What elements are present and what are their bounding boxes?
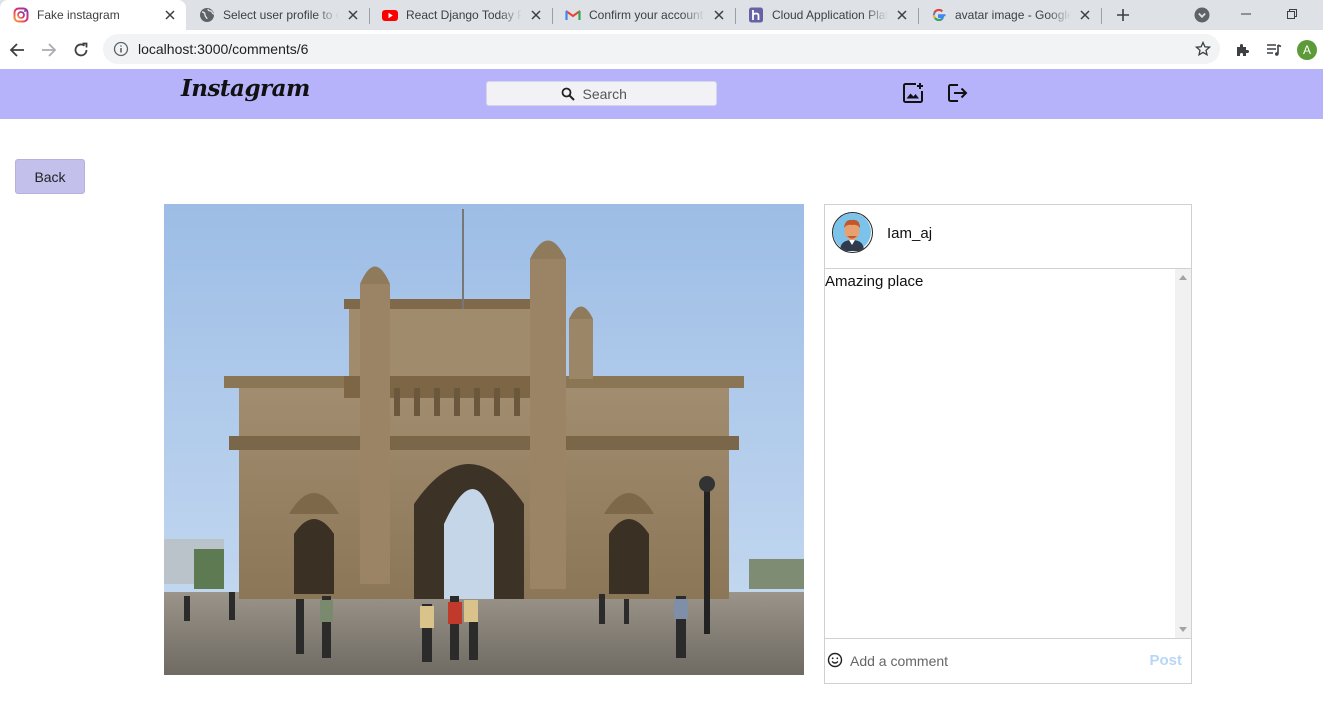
close-icon[interactable]	[528, 7, 544, 23]
tab-confirm-your-account[interactable]: Confirm your account	[552, 0, 735, 30]
tab-separator	[1101, 8, 1102, 24]
logout-button[interactable]	[945, 81, 969, 105]
tab-search-button[interactable]	[1194, 7, 1210, 23]
emoji-icon[interactable]	[827, 652, 843, 668]
comment-text: Amazing place	[825, 273, 924, 290]
tab-search-icon	[1194, 7, 1210, 23]
close-icon[interactable]	[162, 7, 178, 23]
search-icon	[561, 87, 575, 101]
comment-input[interactable]	[850, 651, 1130, 671]
tab-react-django-today[interactable]: React Django Today Pl	[369, 0, 552, 30]
tab-title: avatar image - Google	[955, 8, 1071, 22]
restore-icon	[1287, 9, 1297, 19]
minimize-icon	[1241, 13, 1251, 15]
close-icon[interactable]	[711, 7, 727, 23]
forward-nav-button[interactable]	[39, 40, 59, 60]
back-nav-button[interactable]	[7, 40, 27, 60]
minimize-button[interactable]	[1236, 4, 1256, 24]
tab-title: Confirm your account	[589, 8, 704, 22]
browser-toolbar: localhost:3000/comments/6 A	[0, 30, 1323, 69]
avatar[interactable]	[832, 212, 873, 253]
tab-select-user-profile[interactable]: Select user profile to c	[186, 0, 369, 30]
comment-composer: Post	[825, 638, 1191, 683]
youtube-icon	[382, 7, 398, 23]
instagram-logo[interactable]: Instagram	[181, 75, 310, 102]
close-icon[interactable]	[345, 7, 361, 23]
scroll-down-arrow[interactable]	[1179, 627, 1187, 632]
tab-title: Select user profile to c	[223, 8, 339, 22]
post-author-header: Iam_aj	[825, 205, 1191, 269]
tab-avatar-image-google[interactable]: avatar image - Google	[918, 0, 1101, 30]
gateway-of-india-photo	[164, 204, 804, 675]
close-icon[interactable]	[894, 7, 910, 23]
post-image	[164, 204, 804, 675]
tab-title: Fake instagram	[37, 8, 120, 22]
back-button[interactable]: Back	[15, 159, 85, 194]
gmail-icon	[565, 7, 581, 23]
media-control-button[interactable]	[1265, 41, 1283, 59]
search-box[interactable]	[486, 81, 717, 106]
google-icon	[931, 7, 947, 23]
puzzle-icon	[1237, 44, 1249, 56]
add-post-button[interactable]	[901, 81, 925, 105]
tab-title: Cloud Application Plat	[772, 8, 888, 22]
close-icon[interactable]	[1077, 7, 1093, 23]
globe-icon	[199, 7, 215, 23]
scroll-up-arrow[interactable]	[1179, 275, 1187, 280]
user-avatar-icon	[833, 213, 871, 251]
profile-avatar-button[interactable]: A	[1297, 40, 1317, 60]
comment-list[interactable]: Amazing place	[825, 269, 1191, 638]
comments-panel: Iam_aj Amazing place Post	[824, 204, 1192, 684]
restore-button[interactable]	[1282, 4, 1302, 24]
arrow-left-icon	[9, 43, 24, 57]
address-bar[interactable]: localhost:3000/comments/6	[103, 34, 1220, 64]
reload-icon	[74, 42, 88, 57]
username[interactable]: Iam_aj	[887, 225, 932, 242]
url-text: localhost:3000/comments/6	[138, 41, 309, 57]
info-icon[interactable]	[113, 41, 129, 57]
tab-fake-instagram[interactable]: Fake instagram	[0, 0, 186, 30]
tab-title: React Django Today Pl	[406, 8, 522, 22]
browser-tab-strip: Fake instagram Select user profile to c …	[0, 0, 1323, 30]
logout-icon	[948, 84, 968, 102]
arrow-right-icon	[42, 43, 57, 57]
comment-scrollbar[interactable]	[1175, 269, 1191, 638]
plus-icon	[1117, 9, 1129, 21]
playlist-icon	[1267, 44, 1282, 56]
profile-initial: A	[1302, 43, 1311, 57]
extensions-button[interactable]	[1234, 41, 1252, 59]
app-header: Instagram	[0, 69, 1323, 119]
add-photo-icon	[903, 83, 923, 103]
instagram-icon	[13, 7, 29, 23]
reload-button[interactable]	[71, 40, 91, 60]
new-tab-button[interactable]	[1113, 5, 1133, 25]
tab-cloud-application-platform[interactable]: Cloud Application Plat	[735, 0, 918, 30]
heroku-icon	[748, 7, 764, 23]
search-input[interactable]	[582, 85, 643, 102]
bookmark-star-icon[interactable]	[1195, 41, 1211, 57]
post-comment-button[interactable]: Post	[1149, 652, 1182, 669]
